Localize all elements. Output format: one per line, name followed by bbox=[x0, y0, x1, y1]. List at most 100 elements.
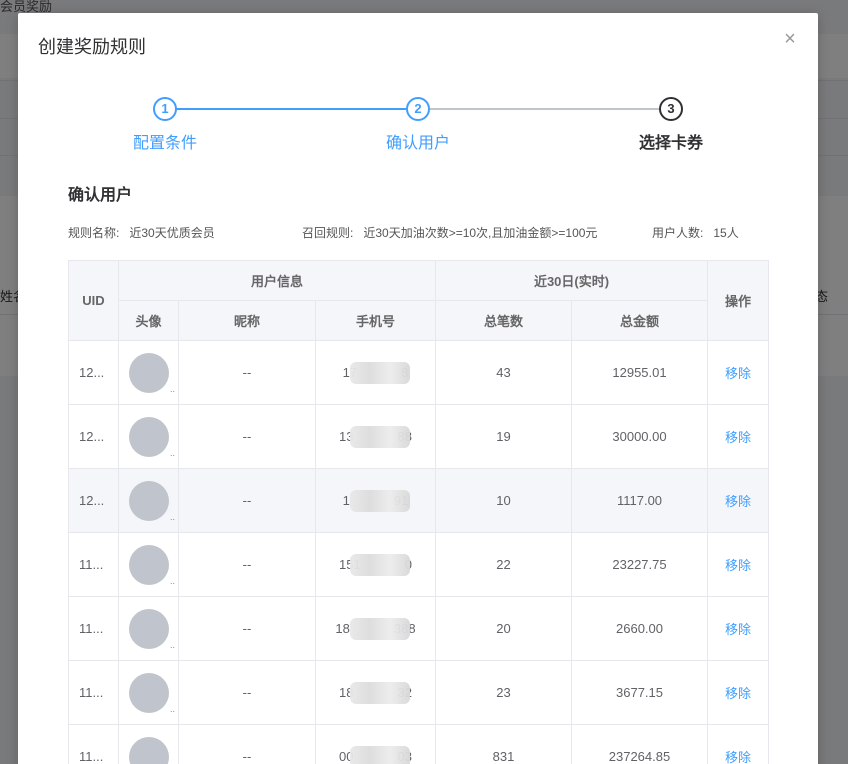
total-count-cell: 43 bbox=[435, 340, 572, 405]
avatar-cell: .. bbox=[118, 404, 179, 469]
phone-mask bbox=[349, 553, 410, 576]
step-2-number: 2 bbox=[406, 97, 430, 121]
phone-mask bbox=[349, 489, 410, 512]
avatar-ellipsis: .. bbox=[170, 447, 176, 458]
remove-button[interactable]: 移除 bbox=[725, 686, 751, 701]
header-action: 操作 bbox=[707, 260, 769, 341]
remove-button[interactable]: 移除 bbox=[725, 366, 751, 381]
avatar-cell: .. bbox=[118, 468, 179, 533]
table-row: 12.....--1784312955.01 移除 bbox=[68, 340, 769, 405]
total-count-cell: 22 bbox=[435, 532, 572, 597]
header-total-amount: 总金额 bbox=[571, 300, 708, 341]
step-3-label: 选择卡券 bbox=[638, 135, 703, 152]
step-connector-1-2 bbox=[165, 108, 406, 110]
remove-button[interactable]: 移除 bbox=[725, 750, 751, 764]
action-cell: 移除 bbox=[707, 596, 769, 661]
header-avatar: 头像 bbox=[118, 300, 179, 341]
header-nickname: 昵称 bbox=[178, 300, 316, 341]
remove-button[interactable]: 移除 bbox=[725, 622, 751, 637]
total-amount-cell: 2660.00 bbox=[571, 596, 708, 661]
phone-cell: 191 bbox=[315, 468, 436, 533]
step-connector-2-3 bbox=[430, 108, 659, 110]
avatar-ellipsis: .. bbox=[170, 511, 176, 522]
phone-cell: 1510 bbox=[315, 532, 436, 597]
total-count-cell: 19 bbox=[435, 404, 572, 469]
rule-name-info: 规则名称: 近30天优质会员 bbox=[68, 224, 215, 241]
phone-cell: 0003 bbox=[315, 724, 436, 764]
step-2-label: 确认用户 bbox=[385, 135, 450, 152]
header-total-count: 总笔数 bbox=[435, 300, 572, 341]
header-last-30-days: 近30日(实时) bbox=[435, 260, 708, 301]
action-cell: 移除 bbox=[707, 660, 769, 725]
recall-rule-info: 召回规则: 近30天加油次数>=10次,且加油金额>=100元 bbox=[302, 224, 597, 241]
remove-button[interactable]: 移除 bbox=[725, 494, 751, 509]
total-amount-cell: 3677.15 bbox=[571, 660, 708, 725]
step-1-number: 1 bbox=[153, 97, 177, 121]
phone-cell: 18388 bbox=[315, 596, 436, 661]
phone-prefix: 18 bbox=[335, 621, 350, 636]
uid-cell: 12... bbox=[68, 404, 119, 469]
avatar bbox=[129, 480, 169, 521]
action-cell: 移除 bbox=[707, 404, 769, 469]
table-row: 11.....--18388202660.00 移除 bbox=[68, 596, 769, 661]
remove-button[interactable]: 移除 bbox=[725, 430, 751, 445]
phone-mask bbox=[349, 681, 410, 704]
action-cell: 移除 bbox=[707, 340, 769, 405]
phone-mask bbox=[349, 425, 410, 448]
uid-cell: 11... bbox=[68, 596, 119, 661]
nickname-cell: -- bbox=[178, 340, 316, 405]
total-amount-cell: 237264.85 bbox=[571, 724, 708, 764]
table-row: 11.....--1832233677.15 移除 bbox=[68, 660, 769, 725]
avatar-cell: .. bbox=[118, 596, 179, 661]
avatar bbox=[129, 608, 169, 649]
header-phone: 手机号 bbox=[315, 300, 436, 341]
header-uid: UID bbox=[68, 260, 119, 341]
create-reward-rule-dialog: 创建奖励规则 × 1 配置条件 2 确认用户 3 选择卡券 确认用户 规则名称:… bbox=[18, 13, 818, 764]
avatar-cell: .. bbox=[118, 532, 179, 597]
dialog-title: 创建奖励规则 bbox=[38, 37, 146, 57]
phone-cell: 1388 bbox=[315, 404, 436, 469]
avatar bbox=[129, 416, 169, 457]
phone-mask bbox=[349, 745, 410, 764]
nickname-cell: -- bbox=[178, 660, 316, 725]
avatar bbox=[129, 544, 169, 585]
avatar-ellipsis: .. bbox=[170, 639, 176, 650]
phone-mask bbox=[349, 617, 410, 640]
phone-mask bbox=[349, 361, 410, 384]
uid-cell: 11... bbox=[68, 532, 119, 597]
total-count-cell: 23 bbox=[435, 660, 572, 725]
total-count-cell: 10 bbox=[435, 468, 572, 533]
total-amount-cell: 1117.00 bbox=[571, 468, 708, 533]
recall-rule-value: 近30天加油次数>=10次,且加油金额>=100元 bbox=[363, 226, 598, 240]
remove-button[interactable]: 移除 bbox=[725, 558, 751, 573]
step-1-label: 配置条件 bbox=[132, 135, 197, 152]
nickname-cell: -- bbox=[178, 596, 316, 661]
avatar bbox=[129, 352, 169, 393]
avatar bbox=[129, 672, 169, 713]
table-row: 12.....--191101117.00 移除 bbox=[68, 468, 769, 533]
total-count-cell: 20 bbox=[435, 596, 572, 661]
table-row: 11.....--0003831237264.85 移除 bbox=[68, 724, 769, 764]
table-row: 11.....--15102223227.75 移除 bbox=[68, 532, 769, 597]
total-amount-cell: 30000.00 bbox=[571, 404, 708, 469]
phone-cell: 1832 bbox=[315, 660, 436, 725]
user-count-label: 用户人数: bbox=[652, 226, 704, 240]
avatar-cell: .. bbox=[118, 340, 179, 405]
user-count-info: 用户人数: 15人 bbox=[652, 224, 739, 241]
users-table: UID 用户信息 近30日(实时) 操作 头像 昵称 手机号 总笔数 总金额 1… bbox=[68, 260, 769, 764]
action-cell: 移除 bbox=[707, 468, 769, 533]
avatar-ellipsis: .. bbox=[170, 575, 176, 586]
total-count-cell: 831 bbox=[435, 724, 572, 764]
close-icon[interactable]: × bbox=[782, 29, 798, 49]
nickname-cell: -- bbox=[178, 404, 316, 469]
avatar bbox=[129, 736, 169, 764]
avatar-ellipsis: .. bbox=[170, 383, 176, 394]
nickname-cell: -- bbox=[178, 468, 316, 533]
table-row: 12.....--13881930000.00 移除 bbox=[68, 404, 769, 469]
total-amount-cell: 12955.01 bbox=[571, 340, 708, 405]
header-user-info: 用户信息 bbox=[118, 260, 436, 301]
action-cell: 移除 bbox=[707, 724, 769, 764]
rule-name-label: 规则名称: bbox=[68, 226, 120, 240]
step-3-number: 3 bbox=[659, 97, 683, 121]
recall-rule-label: 召回规则: bbox=[302, 226, 354, 240]
